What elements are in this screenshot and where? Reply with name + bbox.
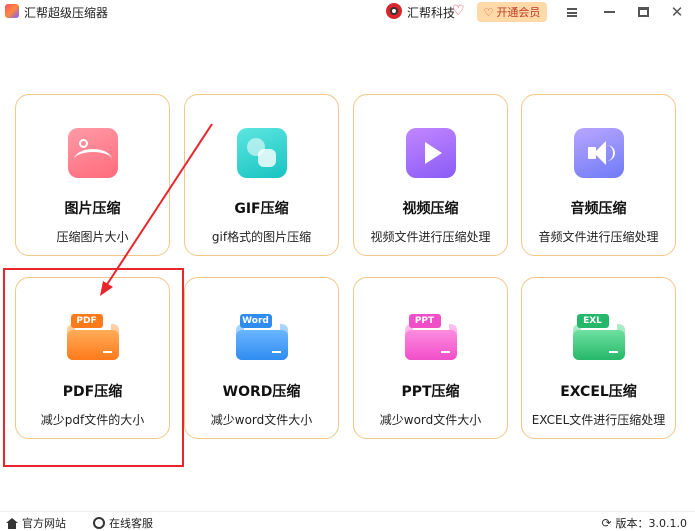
speaker-icon (573, 128, 624, 178)
folder-tag: Word (239, 314, 272, 328)
title-bar: 汇帮超级压缩器 汇帮科技 ♡ ♡ 开通会员 ✕ (0, 0, 695, 24)
tool-card-desc: 音频文件进行压缩处理 (538, 230, 659, 244)
brand-name: 汇帮科技 (407, 6, 456, 20)
tool-card-video[interactable]: 视频压缩 视频文件进行压缩处理 (353, 94, 508, 256)
service-label: 在线客服 (109, 517, 153, 530)
website-label: 官方网站 (22, 517, 66, 530)
tool-card-title: WORD压缩 (222, 384, 301, 400)
tool-card-title: EXCEL压缩 (560, 384, 637, 400)
vip-diamond-icon: ♡ (483, 5, 494, 19)
close-icon[interactable]: ✕ (668, 3, 686, 21)
app-title: 汇帮超级压缩器 (24, 6, 109, 20)
tool-card-title: 视频压缩 (402, 201, 459, 217)
maximize-icon[interactable] (634, 3, 652, 21)
tool-card-gif[interactable]: GIF压缩 gif格式的图片压缩 (184, 94, 339, 256)
tool-card-title: 音频压缩 (570, 201, 627, 217)
tool-card-ppt[interactable]: PPT PPT压缩 减少word文件大小 (353, 277, 508, 439)
ppt-folder-icon: PPT (404, 314, 457, 360)
tool-card-excel[interactable]: EXL EXCEL压缩 EXCEL文件进行压缩处理 (521, 277, 676, 439)
home-icon (6, 517, 18, 529)
tool-card-title: PPT压缩 (401, 384, 460, 400)
tool-card-audio[interactable]: 音频压缩 音频文件进行压缩处理 (521, 94, 676, 256)
tool-card-desc: 视频文件进行压缩处理 (370, 230, 491, 244)
tool-card-desc: EXCEL文件进行压缩处理 (531, 413, 666, 427)
highlight-box (3, 268, 184, 467)
heart-icon[interactable]: ♡ (452, 2, 465, 19)
word-folder-icon: Word (235, 314, 288, 360)
folder-tag: PPT (408, 314, 441, 328)
tool-card-title: GIF压缩 (234, 201, 289, 217)
folder-tag: EXL (576, 314, 609, 328)
tool-card-title: 图片压缩 (64, 201, 121, 217)
version-label: 版本：3.0.1.0 (615, 517, 687, 530)
tool-card-desc: 压缩图片大小 (56, 230, 129, 244)
excel-folder-icon: EXL (572, 314, 625, 360)
tool-card-image[interactable]: 图片压缩 压缩图片大小 (15, 94, 170, 256)
gif-icon (236, 128, 287, 178)
menu-icon[interactable] (563, 3, 581, 21)
image-icon (67, 128, 118, 178)
tool-card-word[interactable]: Word WORD压缩 减少word文件大小 (184, 277, 339, 439)
version-info[interactable]: ⟳ 版本：3.0.1.0 (601, 515, 687, 531)
headset-icon (93, 517, 105, 529)
vip-button-label: 开通会员 (496, 6, 541, 19)
video-play-icon (405, 128, 456, 178)
brand-logo-icon (386, 3, 402, 19)
app-logo-icon (5, 4, 19, 18)
website-link[interactable]: 官方网站 (6, 515, 66, 531)
footer-bar: 官方网站 在线客服 ⟳ 版本：3.0.1.0 (0, 511, 695, 531)
service-link[interactable]: 在线客服 (93, 515, 153, 531)
tool-card-desc: 减少word文件大小 (379, 413, 482, 427)
vip-button[interactable]: ♡ 开通会员 (477, 2, 547, 22)
refresh-icon: ⟳ (601, 516, 612, 530)
tool-card-desc: gif格式的图片压缩 (211, 230, 312, 244)
minimize-icon[interactable] (600, 3, 618, 21)
tool-card-desc: 减少word文件大小 (210, 413, 313, 427)
